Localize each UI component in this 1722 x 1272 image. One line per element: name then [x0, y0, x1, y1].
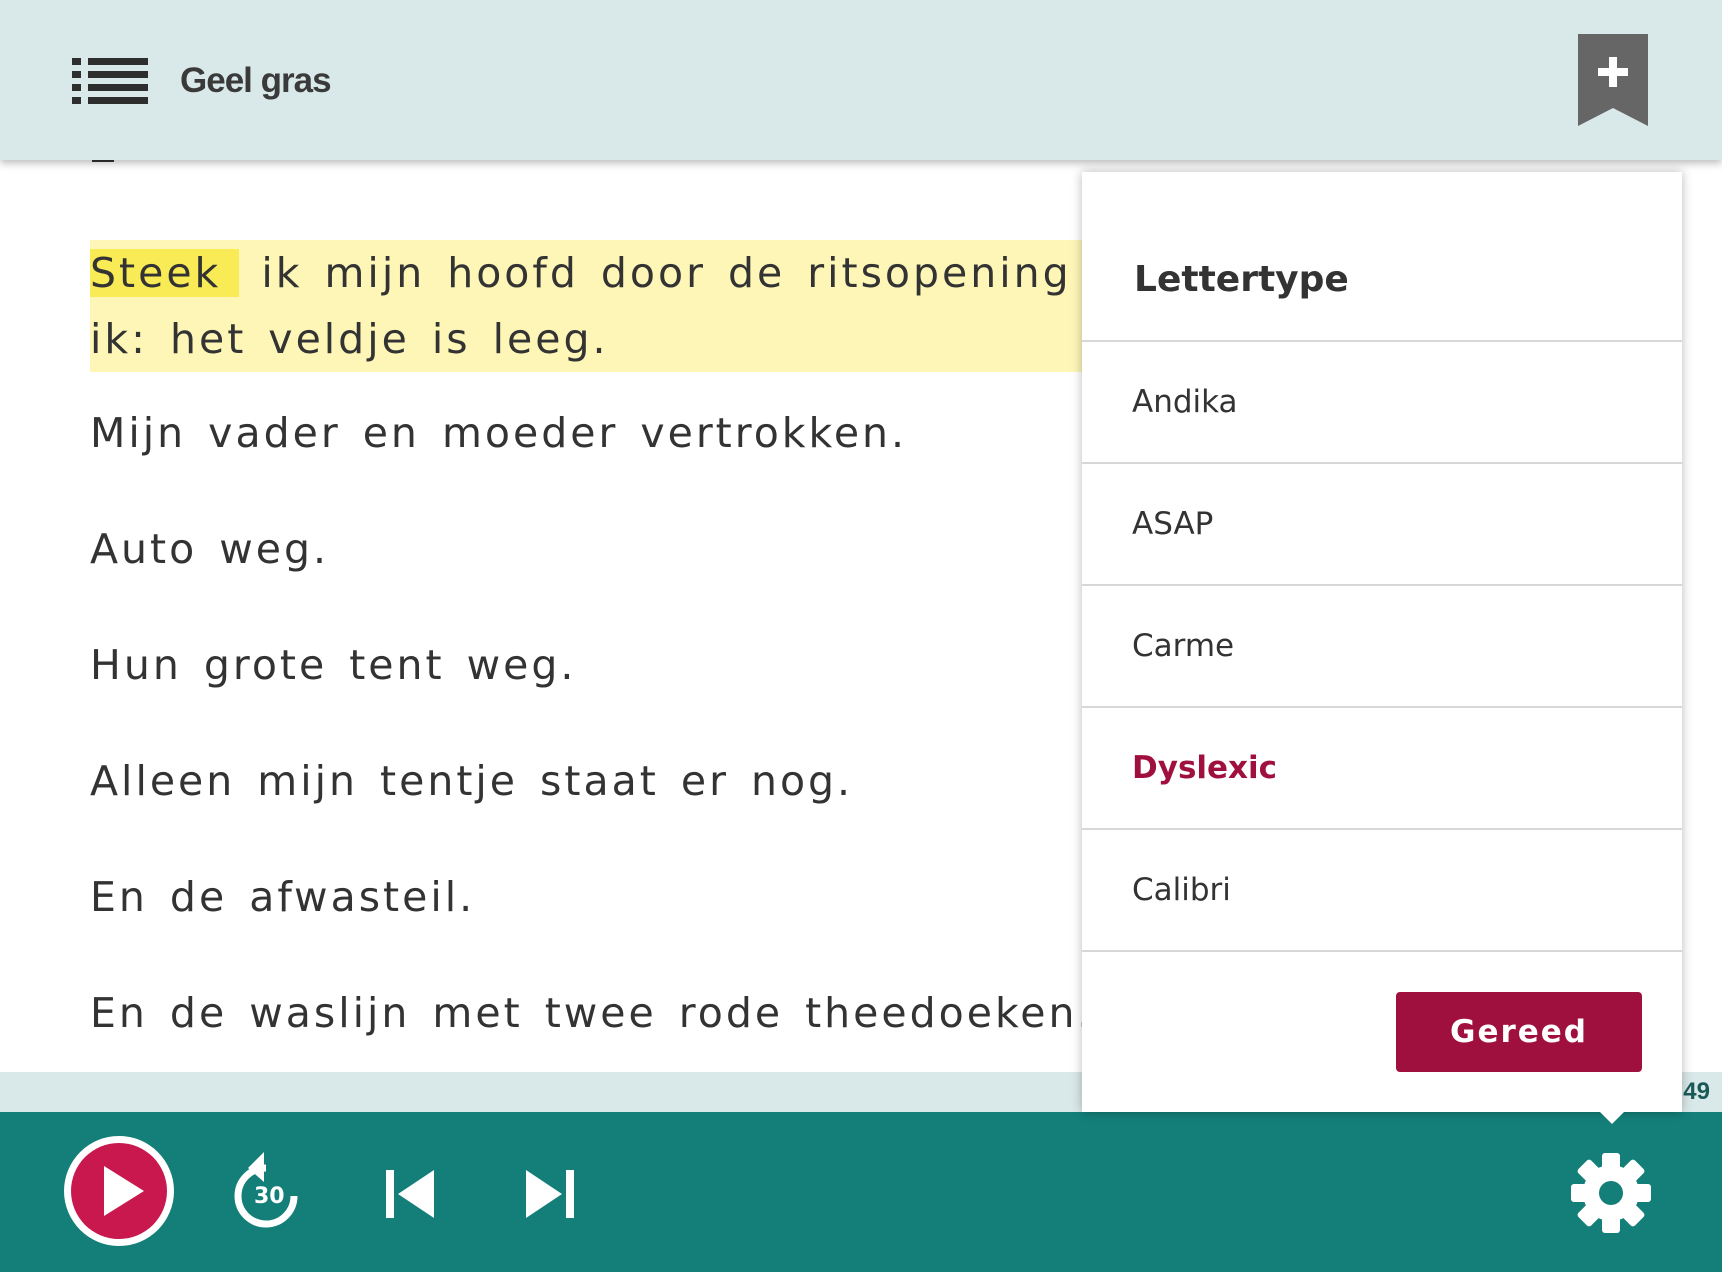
current-line-2: ik: het veldje is leeg.: [90, 315, 609, 363]
paragraph[interactable]: En de waslijn met twee rode theedoeken.: [90, 980, 1093, 1046]
paragraph[interactable]: Auto weg.: [90, 516, 329, 582]
settings-button[interactable]: [1568, 1150, 1654, 1236]
gear-icon: [1571, 1153, 1651, 1233]
font-option-asap[interactable]: ASAP: [1082, 464, 1682, 586]
font-option-label: Calibri: [1132, 872, 1231, 908]
skip-previous-button[interactable]: [384, 1168, 436, 1224]
rewind-30-button[interactable]: 30: [232, 1148, 308, 1232]
bookmark-add-icon[interactable]: [1578, 34, 1648, 126]
font-option-dyslexic[interactable]: Dyslexic: [1082, 708, 1682, 830]
skip-previous-icon: [386, 1170, 434, 1218]
skip-next-button[interactable]: [524, 1168, 576, 1224]
font-option-carme[interactable]: Carme: [1082, 586, 1682, 708]
play-button[interactable]: [64, 1136, 174, 1246]
done-button[interactable]: Gereed: [1396, 992, 1642, 1072]
font-menu-title: Lettertype: [1134, 259, 1349, 300]
previous-text-fragment: [92, 160, 114, 162]
active-word[interactable]: Steek: [90, 249, 240, 297]
font-option-label: ASAP: [1132, 506, 1214, 542]
font-options-list: Andika ASAP Carme Dyslexic Calibri: [1082, 340, 1682, 952]
font-menu-popover: Lettertype Andika ASAP Carme Dyslexic Ca…: [1082, 172, 1682, 1112]
paragraph[interactable]: En de afwasteil.: [90, 864, 475, 930]
font-option-label: Dyslexic: [1132, 750, 1278, 786]
font-option-label: Andika: [1132, 384, 1238, 420]
paragraph[interactable]: Hun grote tent weg.: [90, 632, 576, 698]
top-bar: Geel gras: [0, 0, 1722, 160]
font-option-calibri[interactable]: Calibri: [1082, 830, 1682, 952]
paragraph[interactable]: Alleen mijn tentje staat er nog.: [90, 748, 853, 814]
font-option-andika[interactable]: Andika: [1082, 342, 1682, 464]
skip-next-icon: [526, 1170, 574, 1218]
reader-app: Geel gras Steek ik mijn hoofd door de ri…: [0, 0, 1722, 1272]
rewind-seconds-label: 30: [254, 1184, 285, 1209]
list-icon[interactable]: [72, 58, 148, 104]
audio-player-bar: 30: [0, 1112, 1722, 1272]
book-title: Geel gras: [180, 61, 332, 100]
current-line-1-rest: ik mijn hoofd door de ritsopening van: [239, 249, 1179, 297]
popover-arrow: [1588, 1100, 1636, 1124]
paragraph[interactable]: Mijn vader en moeder vertrokken.: [90, 400, 907, 466]
current-paragraph[interactable]: Steek ik mijn hoofd door de ritsopening …: [90, 240, 1175, 372]
page-number: 49: [1683, 1078, 1710, 1105]
font-option-label: Carme: [1132, 628, 1235, 664]
